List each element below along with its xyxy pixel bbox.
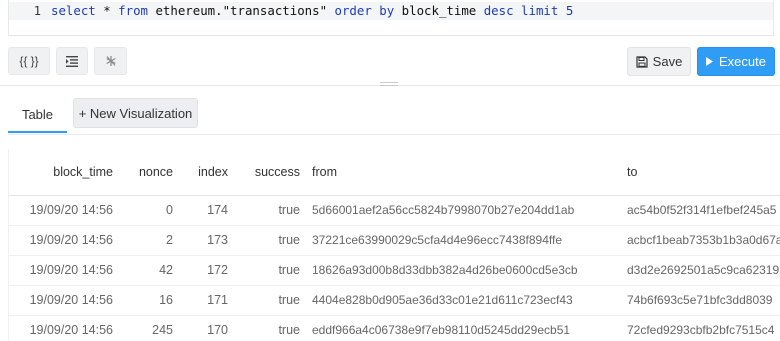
results-table-container[interactable]: block_time nonce index success from to 1… (8, 150, 780, 341)
table-row: 19/09/20 14:56 16 171 true 4404e828b0d90… (9, 285, 780, 316)
column-header[interactable]: block_time (9, 150, 119, 196)
parameter-label: {{ }} (19, 54, 39, 68)
table-cell: 172 (179, 255, 234, 286)
column-header[interactable]: nonce (119, 150, 179, 196)
table-cell: true (234, 255, 306, 286)
tabs-underline (8, 134, 780, 135)
code-text: ethereum."transactions" (148, 3, 335, 18)
table-cell: 171 (179, 285, 234, 316)
resize-handle[interactable] (380, 82, 398, 88)
table-cell: 19/09/20 14:56 (9, 195, 119, 226)
save-label: Save (652, 54, 683, 69)
format-query-button[interactable] (56, 47, 88, 75)
keyword: order by (334, 3, 395, 18)
table-row: 19/09/20 14:56 0 174 true 5d66001aef2a56… (9, 195, 780, 226)
floppy-disk-icon (636, 55, 648, 68)
tab-table-label: Table (21, 107, 54, 122)
table-cell: acbcf1beab7353b1b3a0d67a (621, 225, 780, 256)
table-cell: true (234, 225, 306, 256)
table-cell: true (234, 285, 306, 316)
table-cell: 19/09/20 14:56 (9, 315, 119, 341)
table-cell: 19/09/20 14:56 (9, 225, 119, 256)
indent-icon (66, 55, 78, 67)
execute-button[interactable]: Execute (697, 47, 775, 76)
column-header[interactable]: success (234, 150, 306, 196)
table-cell: 174 (179, 195, 234, 226)
results-table: block_time nonce index success from to 1… (9, 150, 780, 341)
code-text: block_time (394, 3, 484, 18)
play-icon (706, 57, 713, 66)
table-cell: 18626a93d00b8d33dbb382a4d26be0600cd5e3cb (306, 255, 621, 286)
table-cell: 72cfed9293cbfb2bfc7515c4 (621, 315, 780, 341)
table-cell: 170 (179, 315, 234, 341)
new-visualization-button[interactable]: + New Visualization (73, 98, 198, 128)
table-cell: 19/09/20 14:56 (9, 285, 119, 316)
sql-editor[interactable]: 1 select * from ethereum."transactions" … (8, 0, 774, 36)
keyword: from (118, 3, 148, 18)
keyword: select (51, 3, 96, 18)
table-cell: 2 (119, 225, 179, 256)
number-literal: 5 (565, 3, 574, 18)
asterisk-slash-icon (105, 56, 116, 66)
table-cell: d3d2e2692501a5c9ca62319 (621, 255, 780, 286)
line-number: 1 (33, 4, 41, 18)
table-cell: 245 (119, 315, 179, 341)
sql-query[interactable]: select * from ethereum."transactions" or… (51, 2, 573, 20)
table-row: 19/09/20 14:56 245 170 true eddf966a4c06… (9, 315, 780, 341)
editor-active-line: 1 select * from ethereum."transactions" … (9, 2, 773, 20)
table-cell: 16 (119, 285, 179, 316)
save-button[interactable]: Save (627, 47, 691, 76)
table-cell: true (234, 315, 306, 341)
table-header-row: block_time nonce index success from to (9, 150, 780, 196)
add-parameter-button[interactable]: {{ }} (8, 47, 50, 75)
table-row: 19/09/20 14:56 2 173 true 37221ce6399002… (9, 225, 780, 256)
table-cell: 0 (119, 195, 179, 226)
keyword: desc (483, 3, 514, 18)
table-cell: 42 (119, 255, 179, 286)
autocomplete-toggle-button[interactable] (94, 47, 127, 75)
table-cell: 74b6f693c5e71bfc3dd8039 (621, 285, 780, 316)
keyword: limit (521, 3, 559, 18)
new-visualization-label: + New Visualization (78, 105, 193, 121)
execute-label: Execute (719, 54, 766, 69)
table-cell: 4404e828b0d905ae36d33c01e21d611c723ecf43 (306, 285, 621, 316)
table-cell: eddf966a4c06738e9f7eb98110d5245dd29ecb51 (306, 315, 621, 341)
column-header[interactable]: from (306, 150, 621, 196)
column-header[interactable]: index (179, 150, 234, 196)
table-cell: true (234, 195, 306, 226)
table-cell: 37221ce63990029c5cfa4d4e96ecc7438f894ffe (306, 225, 621, 256)
tab-table[interactable]: Table (8, 98, 67, 133)
column-header[interactable]: to (621, 150, 780, 196)
table-cell: 5d66001aef2a56cc5824b7998070b27e204dd1ab (306, 195, 621, 226)
table-cell: 19/09/20 14:56 (9, 255, 119, 286)
table-cell: ac54b0f52f314f1efbef245a5 (621, 195, 780, 226)
table-cell: 173 (179, 225, 234, 256)
code-text: * (95, 3, 119, 18)
table-row: 19/09/20 14:56 42 172 true 18626a93d00b8… (9, 255, 780, 286)
